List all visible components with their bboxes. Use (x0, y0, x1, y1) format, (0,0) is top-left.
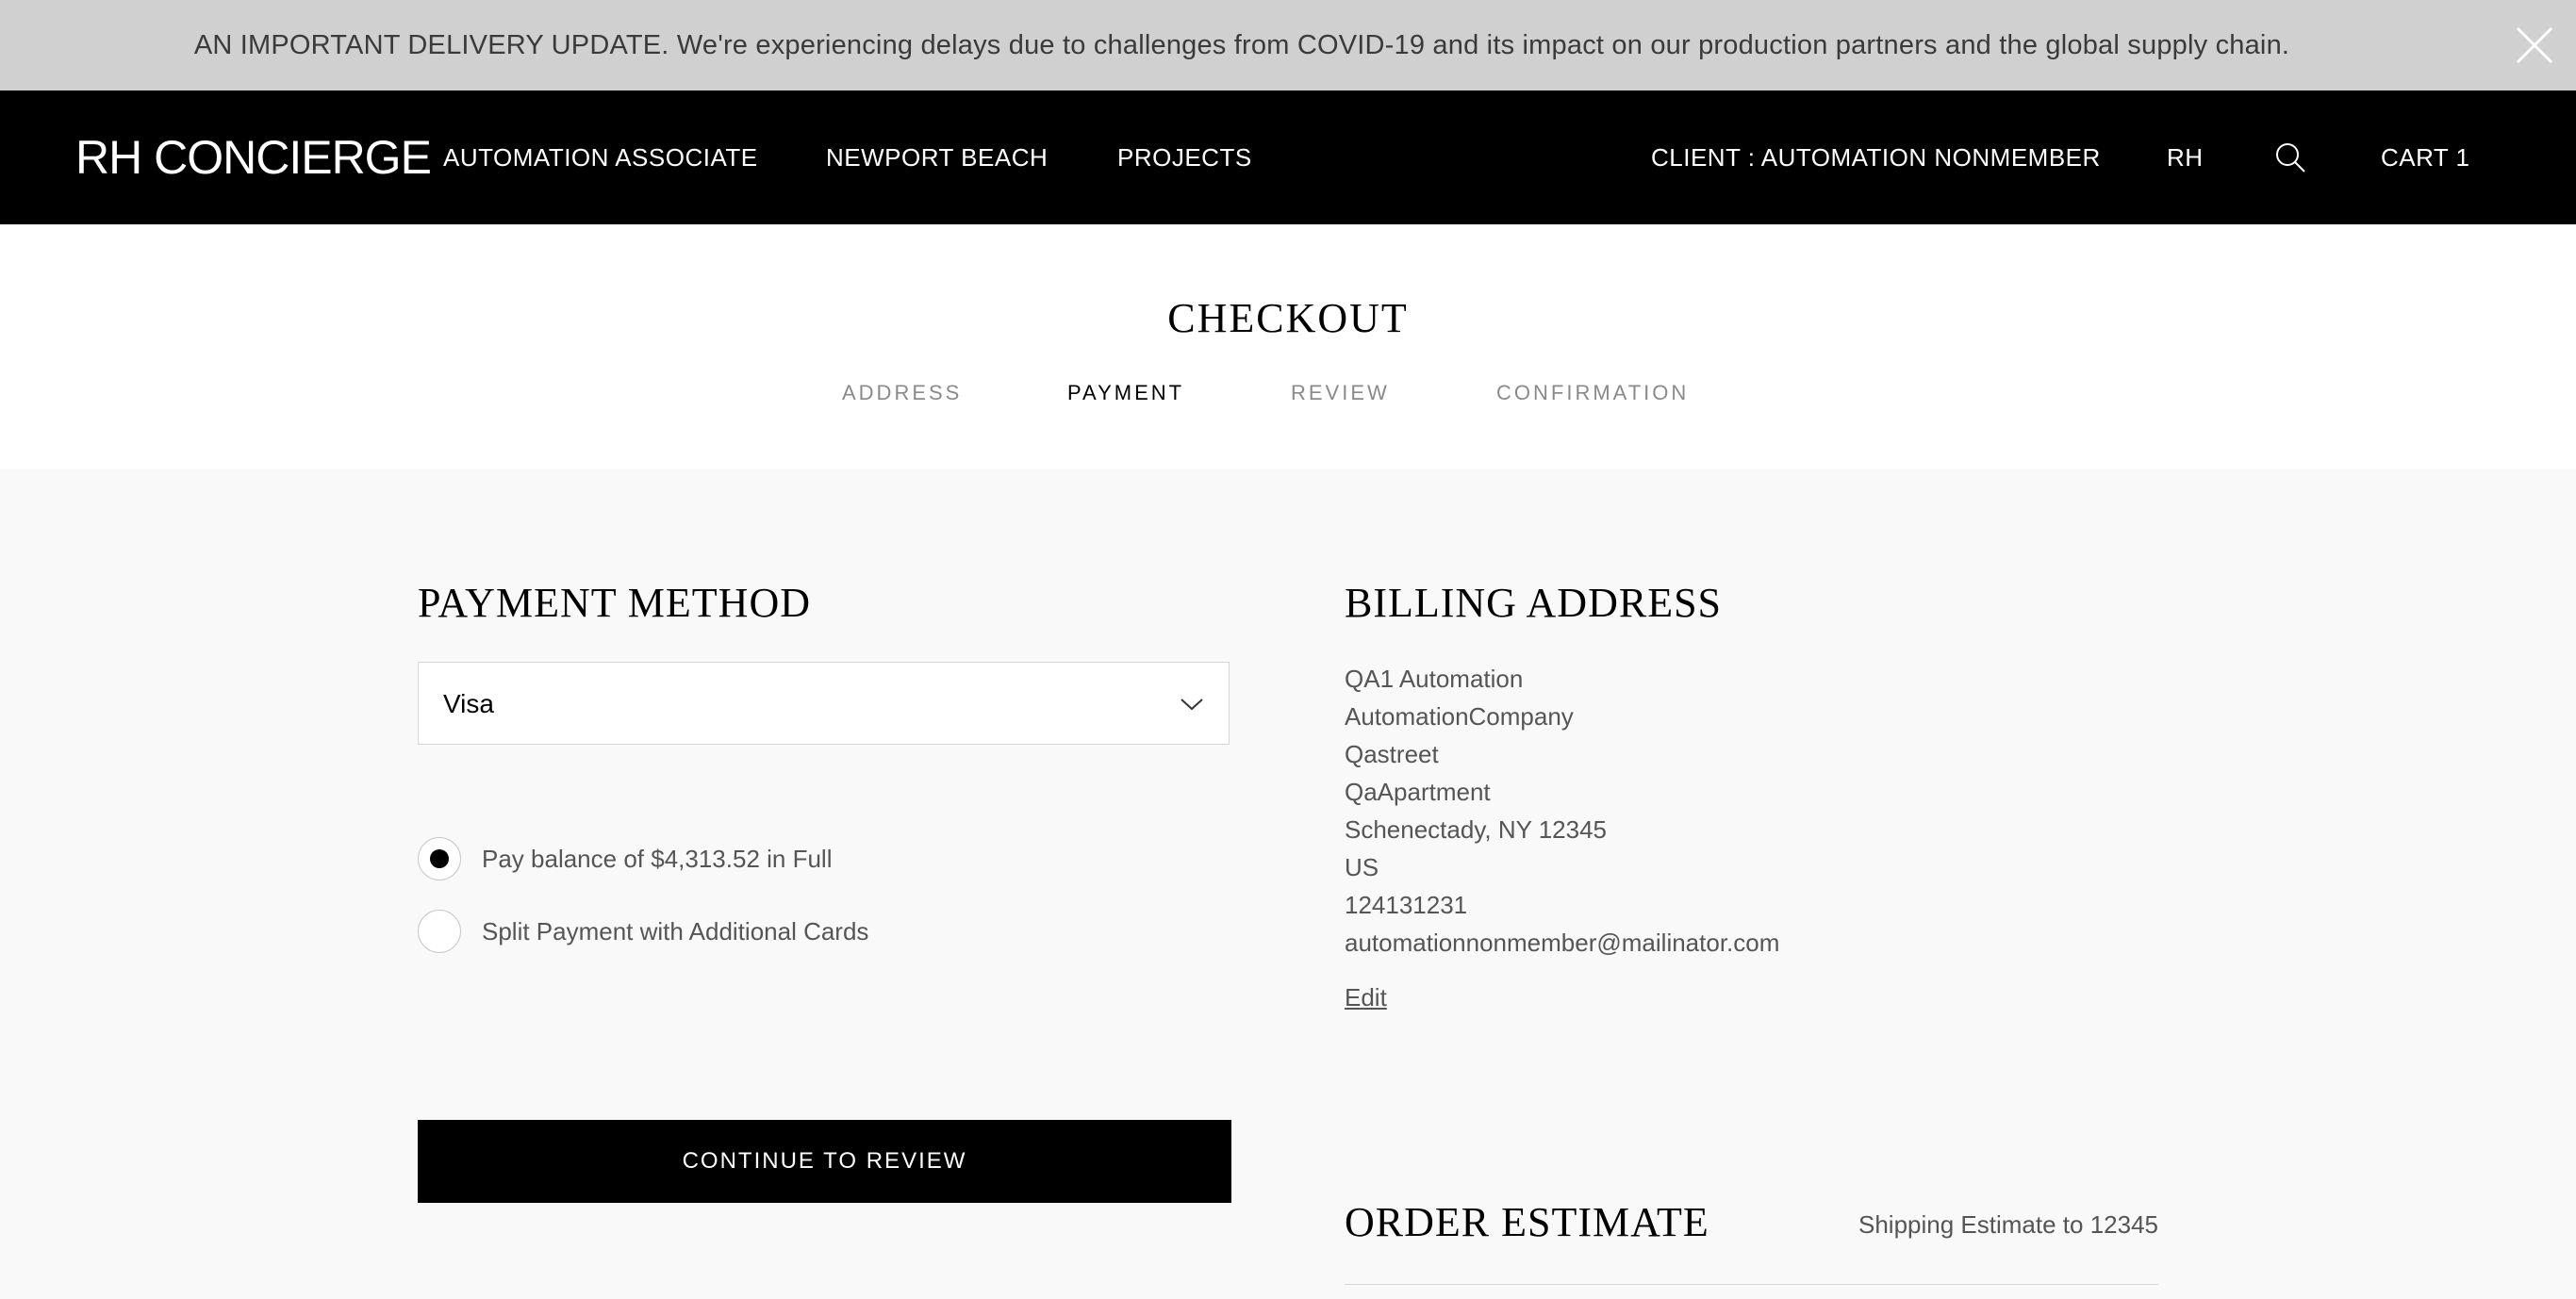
pay-in-full-option[interactable]: Pay balance of $4,313.52 in Full (418, 836, 832, 881)
billing-phone: 124131231 (1345, 891, 1468, 919)
billing-email: automationnonmember@mailinator.com (1345, 929, 1780, 957)
rh-concierge-logo[interactable]: RH CONCIERGE (75, 131, 432, 184)
billing-street: Qastreet (1345, 740, 1439, 768)
split-payment-label: Split Payment with Additional Cards (482, 917, 869, 945)
banner-text: AN IMPORTANT DELIVERY UPDATE. We're expe… (193, 29, 2290, 60)
divider (1345, 1284, 2158, 1285)
edit-billing-link[interactable]: Edit (1345, 982, 1387, 1012)
payment-method-title: PAYMENT METHOD (418, 580, 812, 626)
step-address[interactable]: ADDRESS (842, 381, 962, 405)
nav-item-rh[interactable]: RH (2167, 142, 2204, 173)
split-payment-option[interactable]: Split Payment with Additional Cards (418, 909, 868, 954)
pay-in-full-radio[interactable] (418, 837, 461, 880)
pay-in-full-label: Pay balance of $4,313.52 in Full (482, 845, 833, 873)
top-nav: RH CONCIERGE AUTOMATION ASSOCIATE NEWPOR… (0, 90, 2576, 224)
billing-company: AutomationCompany (1345, 702, 1574, 731)
client-selector[interactable]: CLIENT : AUTOMATION NONMEMBER (1651, 142, 2101, 173)
search-icon[interactable] (2274, 141, 2306, 173)
billing-country: US (1345, 853, 1379, 881)
billing-apartment: QaApartment (1345, 778, 1491, 806)
checkout-header: CHECKOUT ADDRESS PAYMENT REVIEW CONFIRMA… (0, 224, 2576, 469)
split-payment-radio[interactable] (418, 910, 461, 953)
payment-method-select[interactable]: Visa (418, 662, 1230, 745)
close-icon[interactable] (2514, 25, 2555, 66)
billing-city-state-zip: Schenectady, NY 12345 (1345, 815, 1608, 844)
delivery-update-banner: AN IMPORTANT DELIVERY UPDATE. We're expe… (0, 0, 2576, 90)
continue-to-review-button[interactable]: CONTINUE TO REVIEW (418, 1120, 1231, 1203)
step-payment[interactable]: PAYMENT (1067, 381, 1184, 405)
nav-item-associate[interactable]: AUTOMATION ASSOCIATE (443, 142, 758, 173)
billing-address-title: BILLING ADDRESS (1345, 580, 1723, 626)
billing-address-block: QA1 Automation AutomationCompany Qastree… (1345, 660, 1779, 962)
billing-name: QA1 Automation (1345, 665, 1524, 693)
payment-method-value: Visa (443, 689, 494, 718)
page-title: CHECKOUT (1167, 295, 1409, 341)
shipping-estimate[interactable]: Shipping Estimate to 12345 (1858, 1209, 2158, 1240)
nav-item-location[interactable]: NEWPORT BEACH (826, 142, 1048, 173)
cart-link[interactable]: CART 1 (2381, 142, 2470, 173)
order-estimate-title: ORDER ESTIMATE (1345, 1199, 1709, 1245)
chevron-down-icon (1181, 699, 1203, 711)
step-review[interactable]: REVIEW (1291, 381, 1390, 405)
nav-item-projects[interactable]: PROJECTS (1117, 142, 1252, 173)
step-confirmation[interactable]: CONFIRMATION (1496, 381, 1689, 405)
